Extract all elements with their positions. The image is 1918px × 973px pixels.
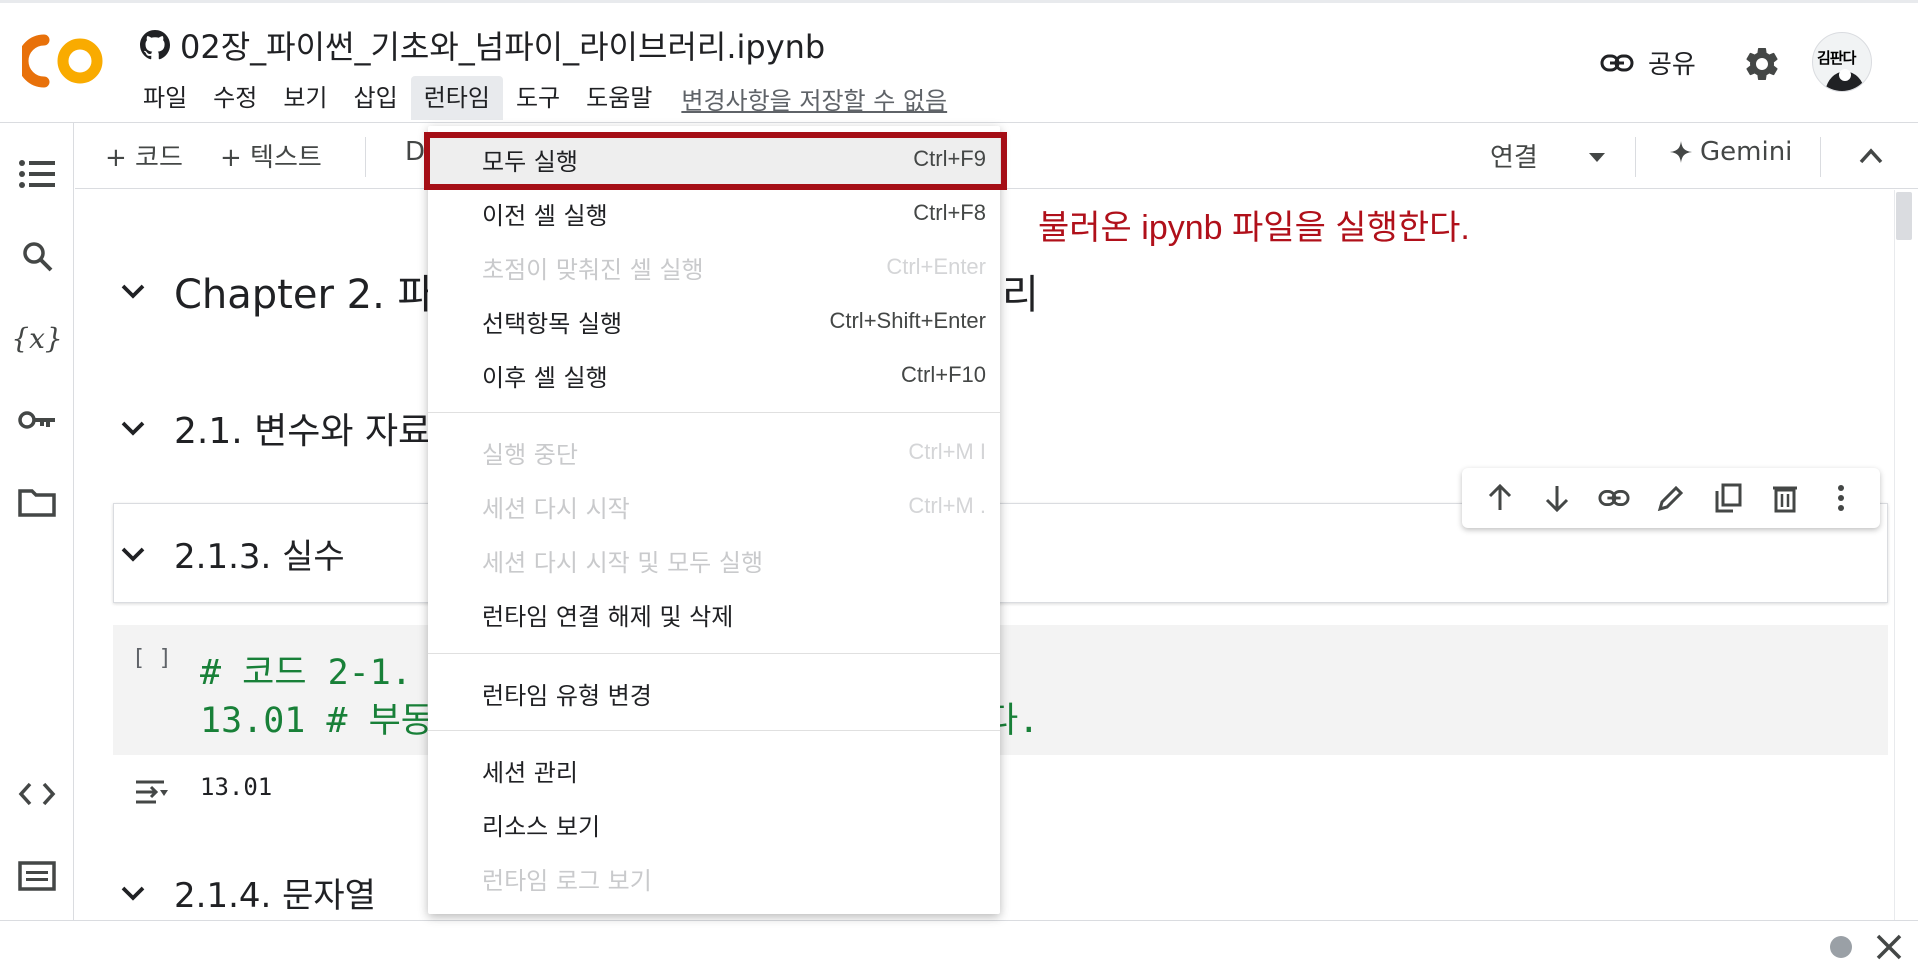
highlight-box: [424, 132, 1007, 190]
toolbar-divider: [365, 137, 366, 177]
avatar[interactable]: 김판다: [1812, 32, 1872, 92]
code-snippets-icon[interactable]: [18, 775, 56, 813]
menu-edit[interactable]: 수정: [200, 76, 270, 120]
heading-chapter-text: Chapter 2. 파: [174, 272, 435, 318]
gemini-button[interactable]: Gemini: [1670, 137, 1792, 167]
heading-2-1-text: 2.1. 변수와 자료: [174, 411, 432, 452]
menu-item-manage-sessions[interactable]: 세션 관리: [428, 743, 1000, 797]
terminal-icon[interactable]: [18, 857, 56, 895]
menu-item-change-runtime-type[interactable]: 런타임 유형 변경: [428, 666, 1000, 720]
code-line-2[interactable]: 13.01 # 부동: [200, 692, 433, 743]
menu-item-view-resources[interactable]: 리소스 보기: [428, 797, 1000, 851]
heading-chapter-tail: 리: [1002, 272, 1039, 318]
connect-dropdown-icon[interactable]: [1587, 151, 1607, 163]
close-icon[interactable]: [1872, 930, 1906, 964]
menu-item-view-runtime-logs: 런타임 로그 보기: [482, 866, 652, 895]
menu-view[interactable]: 보기: [270, 76, 340, 120]
notebook-title-text[interactable]: 02장_파이썬_기초와_넘파이_라이브러리.ipynb: [180, 22, 825, 68]
section-heading-2-1-3[interactable]: 2.1.3. 실수: [118, 529, 345, 578]
folder-icon[interactable]: [18, 483, 56, 521]
key-icon[interactable]: [18, 401, 56, 439]
runtime-menu: 모두 실행 Ctrl+F9 이전 셀 실행 Ctrl+F8 초점이 맞춰진 셀 실행…: [428, 126, 1000, 914]
top-border: [0, 0, 1918, 3]
truncated-button[interactable]: D: [405, 137, 425, 167]
menu-item-interrupt: 실행 중단 Ctrl+M I: [482, 439, 986, 469]
menu-divider: [428, 653, 1000, 654]
menu-divider: [428, 730, 1000, 731]
chevron-down-icon[interactable]: [118, 878, 148, 908]
heading-2-1-3-text: 2.1.3. 실수: [174, 537, 345, 577]
link-icon[interactable]: [1596, 480, 1632, 516]
scrollbar-thumb[interactable]: [1896, 192, 1912, 240]
section-heading-chapter[interactable]: Chapter 2. 파: [118, 262, 434, 320]
edit-icon[interactable]: [1653, 480, 1689, 516]
status-dot-icon[interactable]: [1830, 936, 1852, 958]
menu-item-run-selection[interactable]: 선택항목 실행 Ctrl+Shift+Enter: [428, 294, 1000, 348]
menu-item-restart-run-all: 세션 다시 시작 및 모두 실행: [482, 548, 764, 577]
github-icon: [140, 30, 170, 60]
variables-icon[interactable]: {x}: [11, 319, 62, 357]
chevron-down-icon[interactable]: [118, 413, 148, 443]
menu-divider: [428, 412, 1000, 413]
unsaved-notice-link[interactable]: 변경사항을 저장할 수 없음: [681, 81, 947, 116]
notebook-title[interactable]: 02장_파이썬_기초와_넘파이_라이브러리.ipynb: [140, 22, 825, 68]
heading-2-1-4-text: 2.1.4. 문자열: [174, 876, 376, 916]
connect-label: 연결: [1490, 143, 1538, 173]
menu-item-run-after[interactable]: 이후 셀 실행 Ctrl+F10: [428, 348, 1000, 402]
search-icon[interactable]: [18, 237, 56, 275]
menu-item-disconnect-delete[interactable]: 런타임 연결 해제 및 삭제: [428, 587, 1000, 641]
gear-icon[interactable]: [1742, 44, 1782, 84]
annotation-text: 불러온 ipynb 파일을 실행한다.: [1038, 209, 1470, 247]
menu-file[interactable]: 파일: [130, 76, 200, 120]
move-down-icon[interactable]: [1539, 480, 1575, 516]
connect-button[interactable]: 연결: [1490, 137, 1538, 174]
gemini-label: Gemini: [1700, 137, 1793, 167]
toolbar-divider-2: [1635, 137, 1636, 177]
run-cell-button[interactable]: [ ]: [132, 646, 172, 671]
left-sidebar: {x}: [0, 123, 74, 920]
sparkle-icon: [1670, 141, 1692, 163]
toc-icon[interactable]: [18, 155, 56, 193]
output-toggle-icon[interactable]: [130, 772, 170, 812]
colab-logo[interactable]: [22, 34, 104, 88]
delete-icon[interactable]: [1767, 480, 1803, 516]
avatar-figure-icon: [1825, 69, 1865, 91]
menu-item-run-focused: 초점이 맞춰진 셀 실행 Ctrl+Enter: [482, 254, 986, 284]
cell-toolbar: [1462, 468, 1880, 528]
scrollbar-track[interactable]: [1894, 190, 1895, 920]
menu-runtime[interactable]: 런타임: [410, 76, 503, 120]
link-icon: [1600, 54, 1634, 71]
collapse-header-icon[interactable]: [1858, 147, 1884, 165]
share-button[interactable]: 공유: [1600, 44, 1696, 81]
status-bar: [0, 920, 1918, 973]
share-label: 공유: [1648, 50, 1696, 80]
section-heading-2-1[interactable]: 2.1. 변수와 자료: [118, 402, 431, 454]
add-code-button[interactable]: + 코드: [105, 137, 183, 174]
move-up-icon[interactable]: [1482, 480, 1518, 516]
chevron-down-icon[interactable]: [118, 276, 148, 306]
more-vert-icon[interactable]: [1823, 480, 1859, 516]
menu-help[interactable]: 도움말: [573, 76, 665, 120]
code-line-1[interactable]: # 코드 2-1.: [200, 644, 412, 695]
menu-tools[interactable]: 도구: [503, 76, 573, 120]
menu-bar: 파일 수정 보기 삽입 런타임 도구 도움말 변경사항을 저장할 수 없음: [130, 76, 947, 120]
menu-item-restart-session: 세션 다시 시작 Ctrl+M .: [482, 493, 986, 523]
section-heading-2-1-4[interactable]: 2.1.4. 문자열: [118, 868, 376, 917]
chevron-down-icon[interactable]: [118, 539, 148, 569]
cell-output: 13.01: [200, 773, 273, 801]
add-text-button[interactable]: + 텍스트: [220, 137, 322, 174]
toolbar-divider-3: [1820, 137, 1821, 177]
mirror-cell-icon[interactable]: [1710, 480, 1746, 516]
menu-item-run-before[interactable]: 이전 셀 실행 Ctrl+F8: [428, 186, 1000, 240]
menu-insert[interactable]: 삽입: [341, 76, 411, 120]
